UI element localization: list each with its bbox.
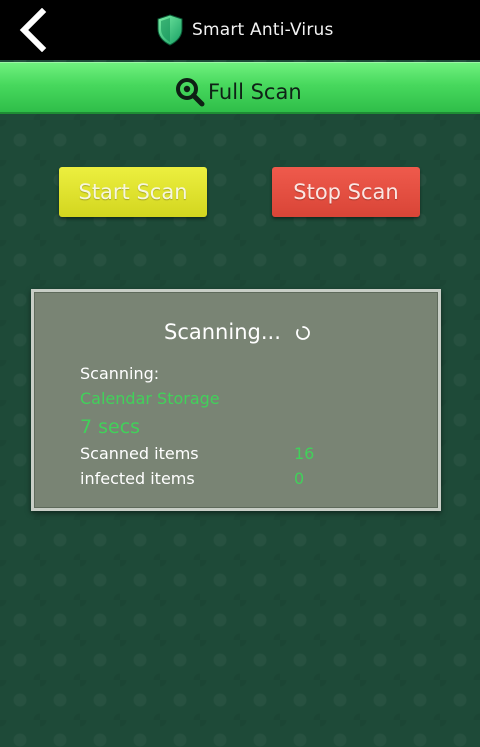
- app-title-group: Smart Anti-Virus: [156, 12, 334, 48]
- scan-mode-bar: Full Scan: [0, 62, 480, 114]
- elapsed-time: 7 secs: [80, 416, 141, 438]
- scan-target: Calendar Storage: [80, 389, 220, 408]
- scan-status-panel: Scanning... Scanning: Calendar Storage 7…: [31, 289, 441, 511]
- infected-items-count: 0: [294, 469, 305, 488]
- shield-icon: [157, 14, 183, 46]
- chevron-left-icon: [19, 8, 47, 52]
- stop-scan-button[interactable]: Stop Scan: [272, 167, 420, 217]
- top-app-bar: Smart Anti-Virus: [0, 0, 480, 60]
- app-title: Smart Anti-Virus: [192, 20, 334, 40]
- panel-title: Scanning...: [164, 320, 281, 344]
- scan-mode-title: Full Scan: [208, 80, 302, 104]
- scanning-label: Scanning:: [80, 364, 160, 383]
- scanned-items-count: 16: [294, 444, 315, 463]
- back-button[interactable]: [14, 8, 54, 52]
- magnifier-icon: [176, 78, 205, 107]
- panel-heading: Scanning...: [164, 320, 311, 344]
- scan-mode-group: Full Scan: [174, 77, 302, 107]
- start-scan-button[interactable]: Start Scan: [59, 167, 207, 217]
- spinner-icon: [296, 326, 310, 340]
- scanned-items-label: Scanned items: [80, 444, 199, 463]
- infected-items-label: infected items: [80, 469, 195, 488]
